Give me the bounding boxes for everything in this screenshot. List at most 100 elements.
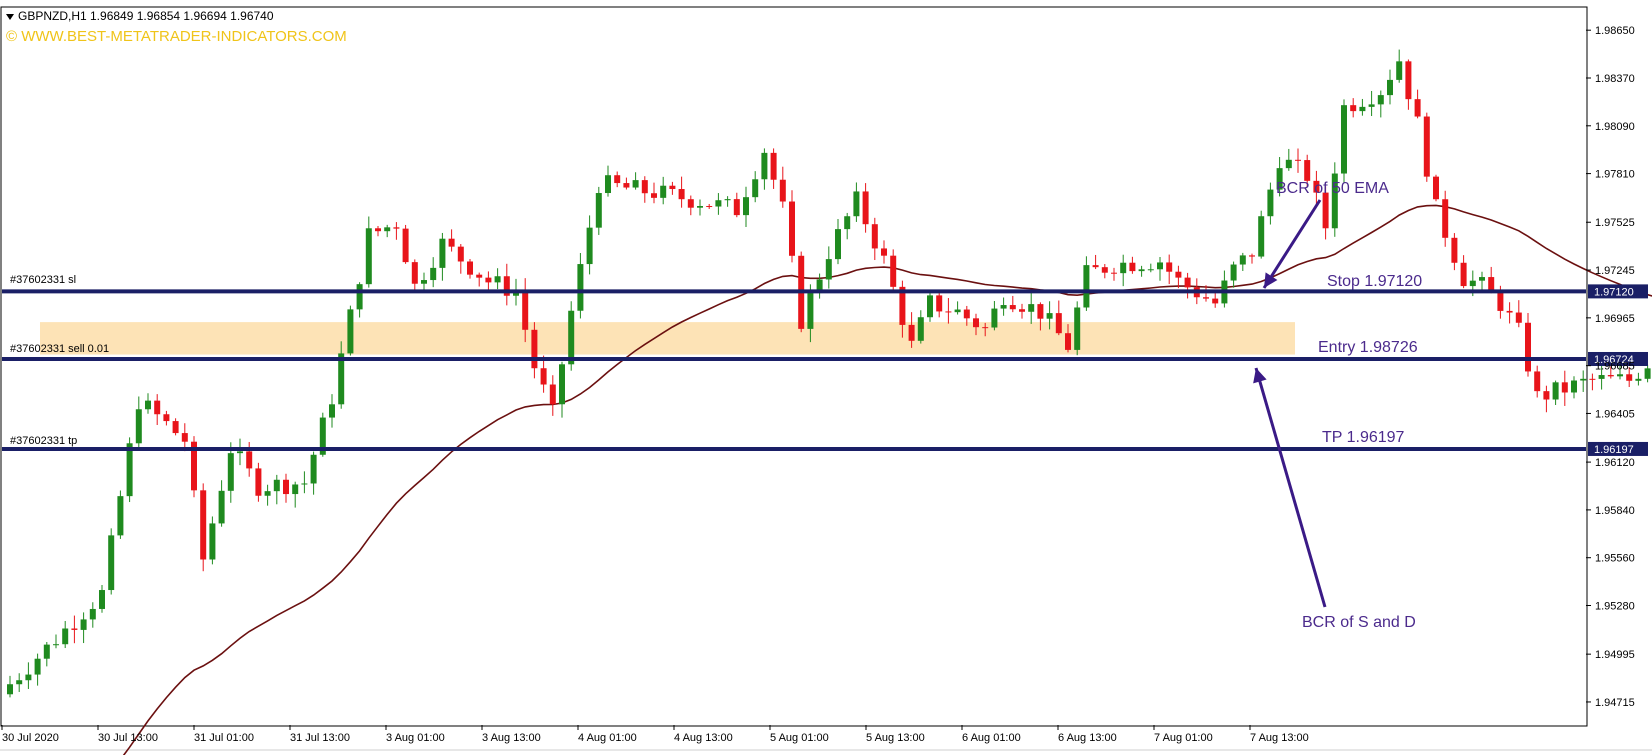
candle-body: [1341, 105, 1347, 174]
candle-body: [540, 368, 547, 385]
sell-order-tag: #37602331 sell 0.01: [10, 343, 110, 355]
candle-body: [1350, 105, 1357, 112]
x-tick-label: 5 Aug 13:00: [866, 732, 925, 744]
candle-body: [595, 193, 602, 228]
candle-body: [264, 491, 271, 496]
y-tick-label: 1.95840: [1595, 505, 1635, 517]
candle-body: [1009, 305, 1016, 310]
candle-body: [1000, 305, 1007, 309]
candle-body: [209, 523, 216, 560]
sl-price-label: 1.97120: [1594, 286, 1634, 298]
candle-body: [715, 200, 722, 207]
candle-body: [310, 454, 317, 484]
supply-demand-zone: [40, 322, 1295, 355]
sl-order-tag: #37602331 sl: [10, 274, 77, 286]
candle-body: [163, 414, 170, 422]
candle-body: [881, 248, 887, 256]
candle-body: [34, 658, 41, 675]
y-tick-label: 1.96965: [1595, 313, 1635, 325]
candle-body: [991, 308, 998, 328]
candle-body: [1019, 309, 1025, 312]
y-tick-label: 1.95280: [1595, 601, 1635, 613]
candle-body: [99, 590, 105, 609]
candle-body: [494, 276, 501, 283]
y-tick-label: 1.96120: [1595, 457, 1635, 469]
candle-body: [1065, 333, 1071, 350]
candle-body: [770, 152, 777, 180]
candle-body: [71, 628, 78, 630]
candle-body: [945, 311, 952, 313]
candle-body: [301, 483, 308, 485]
candle-body: [16, 680, 23, 685]
candle-body: [172, 421, 179, 434]
candle-body: [227, 453, 234, 491]
candle-body: [862, 191, 869, 225]
candle-body: [1175, 271, 1182, 278]
candle: [200, 483, 207, 572]
candle-body: [1534, 371, 1541, 392]
candle-body: [402, 228, 409, 263]
candle-body: [200, 490, 207, 560]
candle-body: [1249, 255, 1255, 257]
candle-body: [1423, 116, 1430, 177]
candle-body: [1111, 272, 1117, 274]
candle-body: [835, 229, 841, 260]
candle-body: [347, 309, 354, 354]
y-tick-label: 1.97810: [1595, 169, 1635, 181]
x-tick-label: 7 Aug 01:00: [1154, 732, 1213, 744]
candle-body: [448, 238, 455, 247]
candle-body: [246, 451, 253, 469]
y-tick-label: 1.96685: [1595, 361, 1635, 373]
entry-annotation: Entry 1.98726: [1318, 339, 1418, 356]
candle: [1074, 301, 1081, 356]
candle-body: [779, 179, 786, 202]
dropdown-triangle-icon[interactable]: [6, 13, 14, 20]
candle-body: [430, 267, 437, 281]
y-tick-label: 1.98650: [1595, 25, 1635, 37]
candle-body: [108, 535, 115, 591]
candle-body: [25, 674, 32, 681]
candle-body: [485, 277, 492, 283]
y-tick-label: 1.98090: [1595, 121, 1635, 133]
x-tick-label: 30 Jul 2020: [2, 732, 59, 744]
candle-body: [292, 484, 299, 495]
candle-body: [89, 608, 96, 620]
candle-body: [1488, 277, 1495, 292]
x-tick-label: 4 Aug 01:00: [578, 732, 637, 744]
candle: [347, 305, 354, 356]
candle-body: [908, 324, 915, 341]
candle-body: [1285, 159, 1292, 169]
candle-body: [927, 295, 933, 318]
candle-body: [752, 179, 759, 198]
candle-body: [531, 329, 538, 369]
candle-body: [62, 628, 69, 645]
candle-body: [1571, 380, 1577, 393]
candle-body: [1258, 216, 1265, 257]
candle-body: [1552, 382, 1559, 400]
candle-body: [568, 310, 575, 365]
candle-body: [807, 293, 814, 329]
candle-body: [411, 262, 418, 284]
candle-body: [1157, 262, 1163, 270]
candle-body: [80, 619, 87, 630]
candle-body: [1147, 269, 1154, 271]
candle-body: [1368, 104, 1375, 107]
candle-body: [1203, 297, 1209, 299]
candle-body: [669, 185, 676, 190]
candle-body: [384, 227, 391, 232]
candle-body: [1635, 378, 1642, 381]
candle: [402, 224, 409, 264]
x-tick-label: 6 Aug 01:00: [962, 732, 1021, 744]
candle-body: [1396, 61, 1403, 80]
candle-body: [1129, 262, 1136, 272]
symbol-info: GBPNZD,H1 1.96849 1.96854 1.96694 1.9674…: [18, 9, 274, 23]
candle-body: [1460, 262, 1467, 287]
candle-body: [586, 227, 593, 265]
candle-body: [1451, 237, 1458, 263]
price-chart[interactable]: 1.971201.967241.96197 1.986501.983701.98…: [0, 0, 1652, 755]
candle-body: [1074, 307, 1081, 350]
candle-body: [1037, 304, 1044, 319]
candle-body: [623, 183, 630, 188]
candle-body: [1304, 160, 1311, 181]
candle-body: [1515, 312, 1522, 323]
